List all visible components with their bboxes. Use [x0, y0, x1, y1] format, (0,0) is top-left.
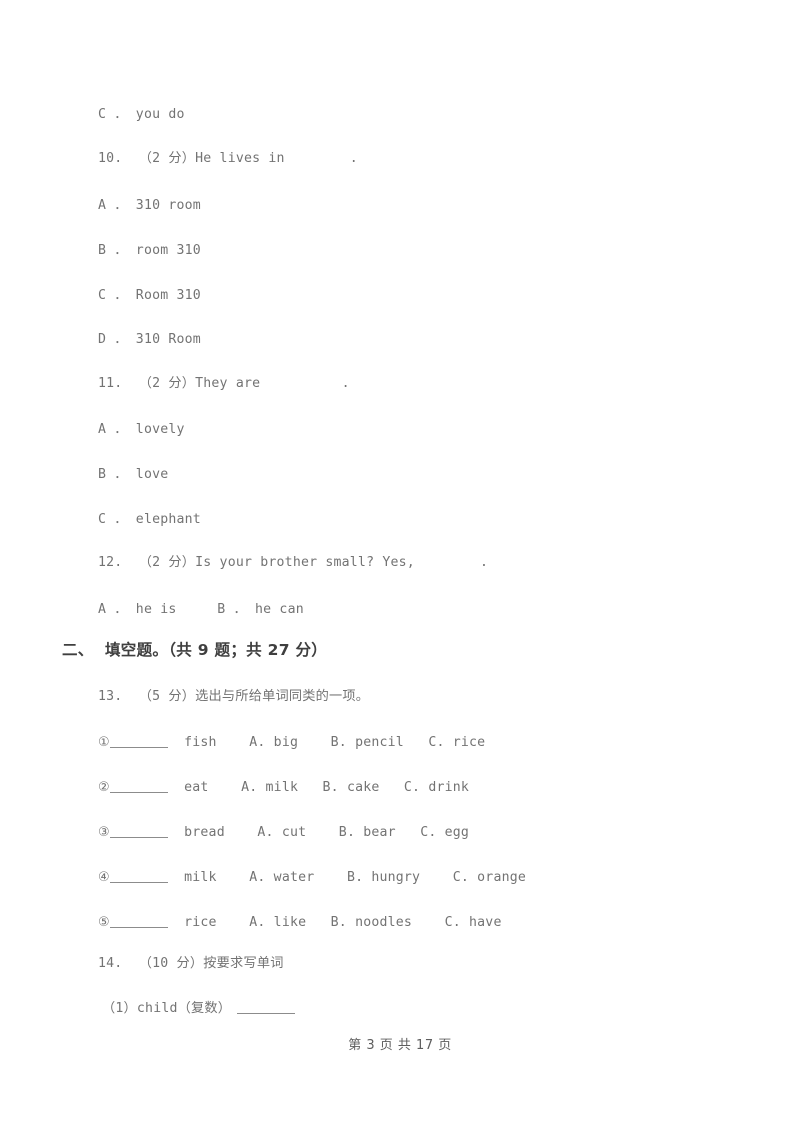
q13-item-1-marker: ①: [98, 735, 110, 750]
q13-item-3: ③ bread A. cut B. bear C. egg: [98, 824, 469, 842]
q13-stem: 13. （5 分）选出与所给单词同类的一项。: [98, 689, 370, 704]
q13-item-1-options: A. big B. pencil C. rice: [249, 735, 486, 750]
q12-stem: 12. （2 分）Is your brother small? Yes, .: [98, 555, 489, 570]
q10-option-c: C ． Room 310: [98, 288, 201, 303]
document-page: C ． you do 10. （2 分）He lives in . A ． 310 …: [0, 0, 800, 1132]
q11-stem: 11. （2 分）They are .: [98, 376, 350, 391]
q13-item-1-prompt-word: fish: [184, 735, 217, 750]
q13-item-2-marker: ②: [98, 780, 110, 795]
q13-item-4-options: A. water B. hungry C. orange: [249, 870, 527, 885]
q13-item-3-answer-blank[interactable]: [109, 825, 168, 838]
q13-item-4: ④ milk A. water B. hungry C. orange: [98, 869, 526, 887]
q13-item-5: ⑤ rice A. like B. noodles C. have: [98, 914, 502, 932]
q10-option-b: B ． room 310: [98, 243, 201, 258]
q13-item-5-marker: ⑤: [98, 915, 110, 930]
q10-stem: 10. （2 分）He lives in .: [98, 151, 358, 166]
section-heading-fill-in-blanks: 二、 填空题。（共 9 题；共 27 分）: [62, 641, 328, 659]
q13-item-4-prompt-word: milk: [184, 870, 217, 885]
page-footer: 第 3 页 共 17 页: [348, 1038, 452, 1053]
q13-item-4-marker: ④: [98, 870, 110, 885]
q13-item-2-options: A. milk B. cake C. drink: [241, 780, 470, 795]
q13-item-1-answer-blank[interactable]: [109, 735, 168, 748]
q10-option-d: D ． 310 Room: [98, 332, 201, 347]
q13-item-5-options: A. like B. noodles C. have: [249, 915, 502, 930]
q13-item-4-answer-blank[interactable]: [109, 870, 168, 883]
q13-item-5-answer-blank[interactable]: [109, 915, 168, 928]
q14-sub-1-label: （1）child（复数）: [102, 1001, 232, 1016]
q13-item-2-prompt-word: eat: [184, 780, 209, 795]
q11-option-a: A ． lovely: [98, 422, 185, 437]
q13-item-2: ② eat A. milk B. cake C. drink: [98, 779, 469, 797]
q13-item-5-prompt-word: rice: [184, 915, 217, 930]
q13-item-3-options: A. cut B. bear C. egg: [257, 825, 470, 840]
q13-item-1: ① fish A. big B. pencil C. rice: [98, 734, 485, 752]
q14-sub-1: （1）child（复数）: [102, 1000, 296, 1018]
q14-sub-1-answer-blank[interactable]: [237, 1001, 296, 1014]
q13-item-3-marker: ③: [98, 825, 110, 840]
q12-options: A ． he is B ． he can: [98, 602, 304, 617]
q10-option-a: A ． 310 room: [98, 198, 201, 213]
q13-item-2-answer-blank[interactable]: [109, 780, 168, 793]
q9-option-c: C ． you do: [98, 107, 185, 122]
q11-option-b: B ． love: [98, 467, 169, 482]
q13-item-3-prompt-word: bread: [184, 825, 225, 840]
q11-option-c: C ． elephant: [98, 512, 201, 527]
q14-stem: 14. （10 分）按要求写单词: [98, 956, 284, 971]
